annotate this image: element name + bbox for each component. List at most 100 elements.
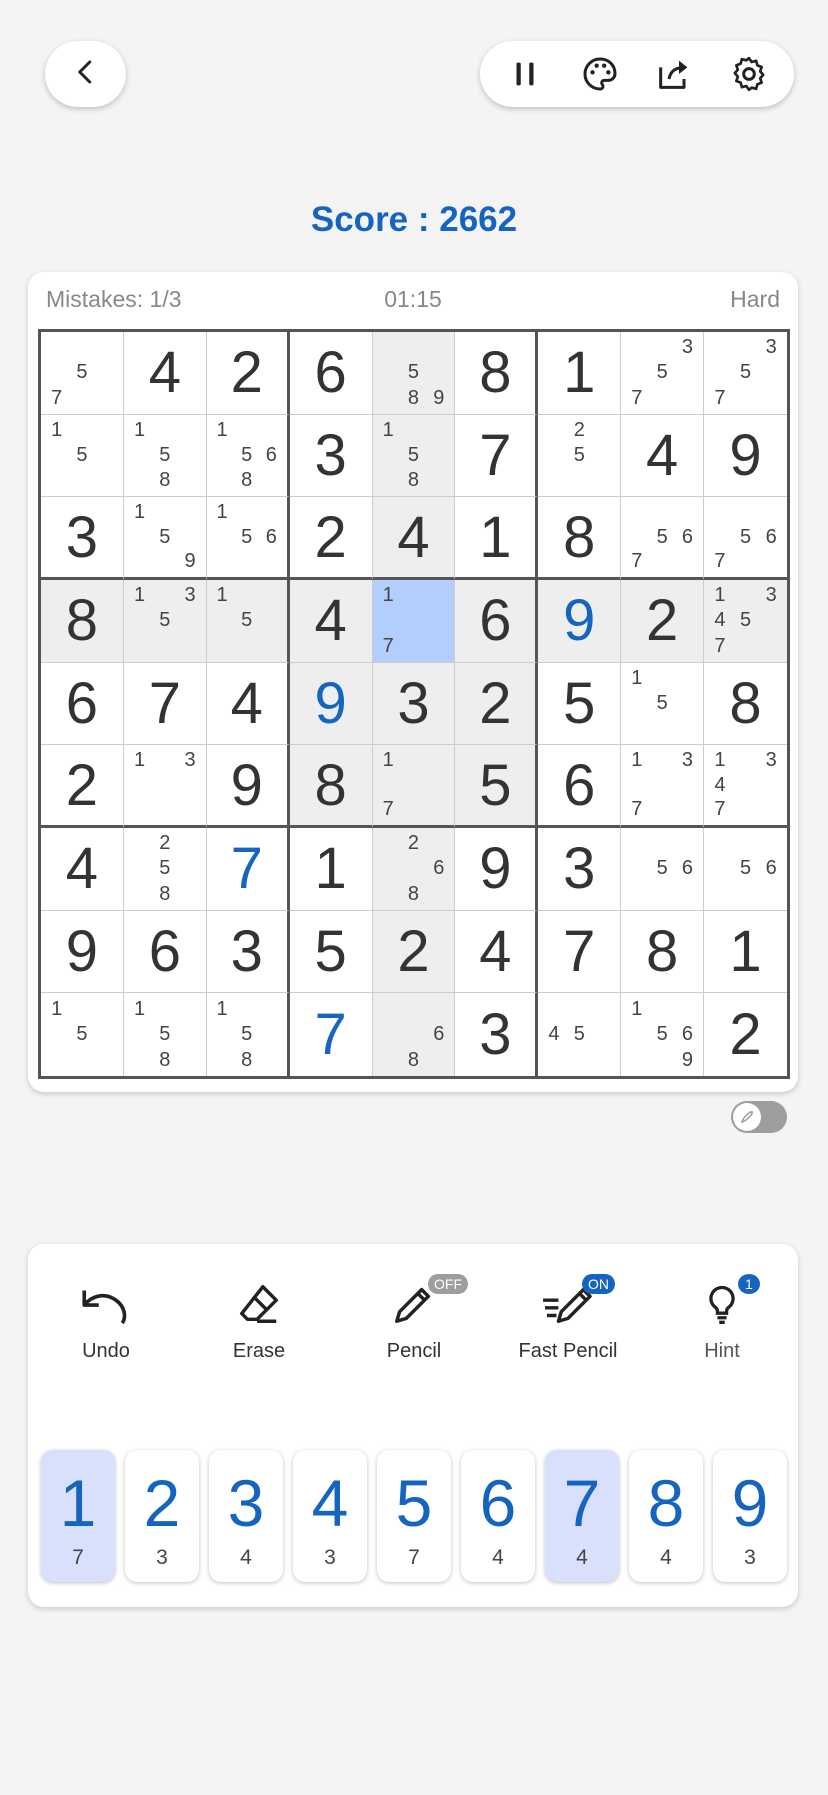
sudoku-cell[interactable]: 45 (538, 993, 622, 1076)
sudoku-cell[interactable]: 9 (704, 414, 787, 498)
sudoku-cell[interactable]: 158 (123, 993, 207, 1076)
sudoku-cell[interactable]: 8 (621, 910, 705, 994)
sudoku-cell[interactable]: 2 (206, 332, 290, 415)
sudoku-cell[interactable]: 1 3 457 (704, 579, 787, 663)
sudoku-cell[interactable]: 3 (41, 497, 124, 580)
sudoku-cell[interactable]: 3 (538, 827, 622, 911)
sudoku-cell[interactable]: 5 (538, 662, 622, 746)
sudoku-cell[interactable]: 1 3 47 (704, 745, 787, 828)
numpad-key-6[interactable]: 6 4 (461, 1450, 535, 1582)
sudoku-cell[interactable]: 7 (206, 827, 290, 911)
sudoku-cell[interactable]: 56 7 (621, 497, 705, 580)
sudoku-cell[interactable]: 258 (123, 827, 207, 911)
fast-pencil-button[interactable]: ON Fast Pencil (498, 1274, 638, 1363)
sudoku-cell[interactable]: 5 (455, 745, 539, 828)
numpad-key-2[interactable]: 2 3 (125, 1450, 199, 1582)
sudoku-cell[interactable]: 2 (372, 910, 456, 994)
sudoku-cell[interactable]: 9 (41, 910, 124, 994)
sudoku-cell[interactable]: 4 (289, 579, 373, 663)
palette-icon[interactable] (576, 50, 624, 98)
sudoku-cell[interactable]: 1 (289, 827, 373, 911)
sudoku-cell[interactable]: 7 (289, 993, 373, 1076)
sudoku-cell[interactable]: 1 (704, 910, 787, 994)
sudoku-cell[interactable]: 6 (123, 910, 207, 994)
auto-complete-toggle[interactable] (731, 1101, 787, 1133)
sudoku-cell[interactable]: 9 (206, 745, 290, 828)
sudoku-cell[interactable]: 1568 (206, 414, 290, 498)
sudoku-cell[interactable]: 4 (372, 497, 456, 580)
sudoku-cell[interactable]: 4 (41, 827, 124, 911)
sudoku-cell[interactable]: 158 (206, 993, 290, 1076)
sudoku-cell[interactable]: 13 (123, 745, 207, 828)
sudoku-cell[interactable]: 8 (538, 497, 622, 580)
sudoku-cell[interactable]: 6 (455, 579, 539, 663)
back-button[interactable] (45, 41, 126, 107)
sudoku-cell[interactable]: 1 3 7 (621, 745, 705, 828)
sudoku-cell[interactable]: 2 (621, 579, 705, 663)
gear-icon[interactable] (725, 50, 773, 98)
sudoku-cell[interactable]: 6 (41, 662, 124, 746)
sudoku-cell[interactable]: 9 (455, 827, 539, 911)
sudoku-cell[interactable]: 57 (41, 332, 124, 415)
numpad-key-5[interactable]: 5 7 (377, 1450, 451, 1582)
sudoku-cell[interactable]: 9 (289, 662, 373, 746)
sudoku-cell[interactable]: 8 (455, 332, 539, 415)
sudoku-cell[interactable]: 357 (704, 332, 787, 415)
erase-button[interactable]: Erase (189, 1274, 329, 1363)
sudoku-cell[interactable]: 3 (289, 414, 373, 498)
undo-button[interactable]: Undo (36, 1274, 176, 1363)
sudoku-cell[interactable]: 4 (206, 662, 290, 746)
sudoku-cell[interactable]: 8 (289, 745, 373, 828)
sudoku-cell[interactable]: 15 (206, 579, 290, 663)
numpad-key-1[interactable]: 1 7 (41, 1450, 115, 1582)
sudoku-cell[interactable]: 56 (704, 827, 787, 911)
sudoku-cell[interactable]: 589 (372, 332, 456, 415)
sudoku-cell[interactable]: 56 7 (704, 497, 787, 580)
sudoku-cell[interactable]: 15 (41, 993, 124, 1076)
sudoku-cell[interactable]: 17 (372, 745, 456, 828)
sudoku-cell[interactable]: 159 (123, 497, 207, 580)
sudoku-cell[interactable]: 5 (289, 910, 373, 994)
sudoku-cell[interactable]: 15 (41, 414, 124, 498)
sudoku-cell[interactable]: 2 (704, 993, 787, 1076)
share-icon[interactable] (650, 50, 698, 98)
sudoku-cell[interactable]: 25 (538, 414, 622, 498)
sudoku-cell[interactable]: 6 (289, 332, 373, 415)
sudoku-cell[interactable]: 1 35 (123, 579, 207, 663)
sudoku-cell[interactable]: 2 (41, 745, 124, 828)
sudoku-cell[interactable]: 4 (455, 910, 539, 994)
sudoku-cell[interactable]: 3 (455, 993, 539, 1076)
pause-icon[interactable] (501, 50, 549, 98)
sudoku-cell[interactable]: 17 (372, 579, 456, 663)
sudoku-cell[interactable]: 7 (538, 910, 622, 994)
sudoku-cell[interactable]: 8 (704, 662, 787, 746)
pencil-button[interactable]: OFF Pencil (344, 1274, 484, 1363)
sudoku-cell[interactable]: 3 (206, 910, 290, 994)
sudoku-cell[interactable]: 4 (123, 332, 207, 415)
sudoku-cell[interactable]: 357 (621, 332, 705, 415)
sudoku-cell[interactable]: 2 (289, 497, 373, 580)
sudoku-cell[interactable]: 158 (372, 414, 456, 498)
hint-button[interactable]: 1 Hint (652, 1274, 792, 1363)
sudoku-cell[interactable]: 7 (455, 414, 539, 498)
sudoku-cell[interactable]: 156 (206, 497, 290, 580)
sudoku-cell[interactable]: 8 (41, 579, 124, 663)
sudoku-cell[interactable]: 7 (123, 662, 207, 746)
numpad-key-9[interactable]: 9 3 (713, 1450, 787, 1582)
sudoku-cell[interactable]: 158 (123, 414, 207, 498)
sudoku-cell[interactable]: 1 (455, 497, 539, 580)
sudoku-cell[interactable]: 15 (621, 662, 705, 746)
sudoku-cell[interactable]: 1 (538, 332, 622, 415)
sudoku-cell[interactable]: 56 (621, 827, 705, 911)
sudoku-cell[interactable]: 68 (372, 993, 456, 1076)
sudoku-cell[interactable]: 9 (538, 579, 622, 663)
numpad-key-3[interactable]: 3 4 (209, 1450, 283, 1582)
sudoku-cell[interactable]: 1569 (621, 993, 705, 1076)
sudoku-cell[interactable]: 6 (538, 745, 622, 828)
sudoku-cell[interactable]: 3 (372, 662, 456, 746)
sudoku-cell[interactable]: 268 (372, 827, 456, 911)
sudoku-cell[interactable]: 4 (621, 414, 705, 498)
sudoku-cell[interactable]: 2 (455, 662, 539, 746)
numpad-key-8[interactable]: 8 4 (629, 1450, 703, 1582)
numpad-key-7[interactable]: 7 4 (545, 1450, 619, 1582)
